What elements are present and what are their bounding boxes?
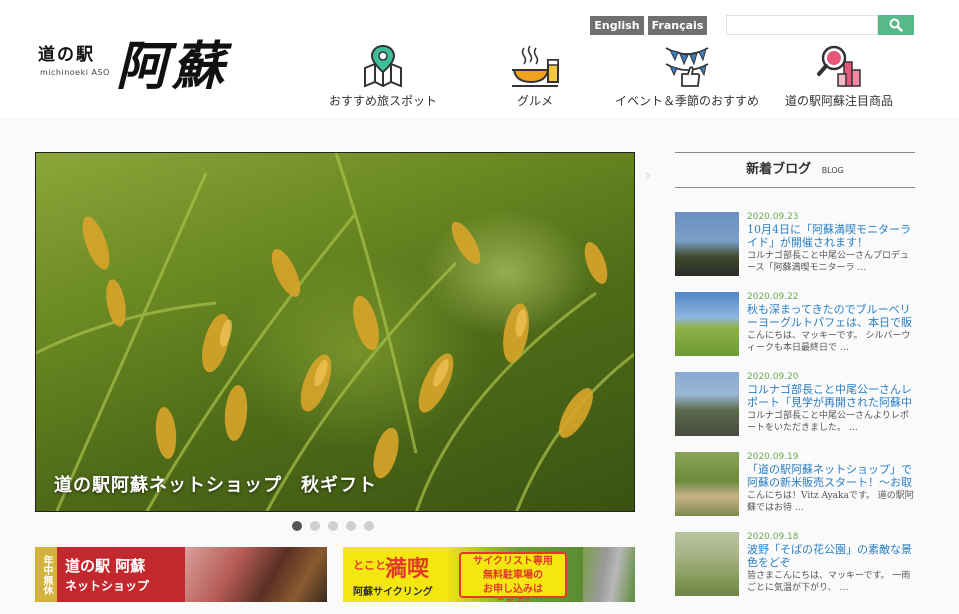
slider-dot[interactable] xyxy=(328,521,338,531)
blog-heading-sub: BLOG xyxy=(821,166,844,175)
nav-events-seasonal[interactable]: イベント＆季節のおすすめ xyxy=(610,44,764,109)
banner-sub-text: 阿蘇サイクリング xyxy=(353,587,433,598)
banner-box-text: サイクリスト専用 無料駐車場の お申し込みは こちら! xyxy=(459,552,567,602)
logo-text-big: 阿蘇 xyxy=(116,36,229,97)
blog-entry[interactable]: 2020.09.23 10月4日に「阿蘇満喫モニターライド」が開催されます！ コ… xyxy=(675,212,917,276)
slider-dot[interactable] xyxy=(310,521,320,531)
food-drink-icon xyxy=(512,45,559,87)
nav-label: グルメ xyxy=(516,94,553,108)
banner-title: 道の駅 阿蘇 xyxy=(65,557,146,575)
blog-title[interactable]: コルナゴ部長こと中尾公一さんレポート「見学が再開された阿蘇中岳 xyxy=(747,383,917,409)
nav-travel-spots[interactable]: おすすめ旅スポット xyxy=(326,44,440,109)
blog-thumbnail[interactable] xyxy=(675,212,739,276)
blog-thumbnail[interactable] xyxy=(675,292,739,356)
bunting-thumbsup-icon xyxy=(665,47,709,87)
blog-thumbnail[interactable] xyxy=(675,532,739,596)
lang-french-button[interactable]: Français xyxy=(648,16,707,35)
blog-date: 2020.09.19 xyxy=(747,452,799,462)
blog-date: 2020.09.18 xyxy=(747,532,799,542)
blog-title[interactable]: 10月4日に「阿蘇満喫モニターライド」が開催されます！ xyxy=(747,223,917,249)
hero-slider[interactable]: 道の駅阿蘇ネットショップ 秋ギフト xyxy=(35,152,635,512)
slider-dots xyxy=(292,521,374,531)
blog-entry[interactable]: 2020.09.20 コルナゴ部長こと中尾公一さんレポート「見学が再開された阿蘇… xyxy=(675,372,917,436)
blog-thumbnail[interactable] xyxy=(675,452,739,516)
slider-dot[interactable] xyxy=(292,521,302,531)
map-pin-icon xyxy=(364,44,402,88)
cycling-banner[interactable]: とことん 満喫 阿蘇サイクリング サイクリスト専用 無料駐車場の お申し込みは … xyxy=(343,547,635,602)
slider-prev-icon[interactable]: ‹ xyxy=(14,165,26,186)
blog-thumbnail[interactable] xyxy=(675,372,739,436)
blog-entry[interactable]: 2020.09.18 波野「そばの花公園」の素敵な景色をどぞ 皆さまこんにちは、… xyxy=(675,532,917,596)
blog-heading-title: 新着ブログ xyxy=(746,162,812,177)
nav-label: 道の駅阿蘇注目商品 xyxy=(784,94,893,108)
banner-photo xyxy=(185,547,327,602)
blog-entry[interactable]: 2020.09.19 「道の駅阿蘇ネットショップ」で阿蘇の新米販売スタート！～お… xyxy=(675,452,917,516)
lang-english-button[interactable]: English xyxy=(590,16,644,35)
slider-caption[interactable]: 道の駅阿蘇ネットショップ 秋ギフト xyxy=(54,471,377,497)
search-icon xyxy=(889,18,903,32)
blog-title[interactable]: 秋も深まってきたのでブルーベリーヨーグルトパフェは、本日で販売終了 xyxy=(747,303,917,329)
slider-dot[interactable] xyxy=(346,521,356,531)
logo-subtitle: michinoeki ASO xyxy=(40,68,110,77)
banner-subtitle: ネットショップ xyxy=(65,579,150,593)
blog-excerpt: こんにちは！Vitz Ayakaです。 道の駅阿蘇ではお待 … xyxy=(747,491,914,513)
slider-next-icon[interactable]: › xyxy=(644,165,656,186)
nav-label: おすすめ旅スポット xyxy=(328,94,437,108)
blog-excerpt: こんにちは、マッキーです。 シルバーウィークも本日最終日で … xyxy=(747,331,911,353)
blog-heading: 新着ブログ BLOG xyxy=(675,152,915,188)
net-shop-banner[interactable]: 年中無休 道の駅 阿蘇 ネットショップ xyxy=(35,547,327,602)
rice-field-image xyxy=(36,153,634,511)
blog-title[interactable]: 「道の駅阿蘇ネットショップ」で阿蘇の新米販売スタート！～お取 xyxy=(747,463,917,489)
site-logo[interactable]: 道の駅 michinoeki ASO 阿蘇 xyxy=(36,24,246,97)
blog-excerpt: コルナゴ部長こと中尾公一さんプロデュース「阿蘇満喫モニターラ … xyxy=(747,251,910,273)
logo-text-small: 道の駅 xyxy=(38,45,95,65)
blog-date: 2020.09.20 xyxy=(747,372,799,382)
slider-dot[interactable] xyxy=(364,521,374,531)
site-header: 道の駅 michinoeki ASO 阿蘇 English Français お… xyxy=(0,0,959,118)
blog-title[interactable]: 波野「そばの花公園」の素敵な景色をどぞ xyxy=(747,543,917,569)
blog-date: 2020.09.23 xyxy=(747,212,799,222)
nav-gourmet[interactable]: グルメ xyxy=(500,44,570,109)
blog-date: 2020.09.22 xyxy=(747,292,799,302)
nav-label: イベント＆季節のおすすめ xyxy=(614,94,759,108)
blog-excerpt: 皆さまこんにちは、マッキーです。 一雨ごとに気温が下がり、 … xyxy=(747,571,911,593)
nav-featured-products[interactable]: 道の駅阿蘇注目商品 xyxy=(780,44,898,109)
blog-excerpt: コルナゴ部長こと中尾公一さんよりレポートをいただきました。 … xyxy=(747,411,909,433)
search-input[interactable] xyxy=(726,15,878,35)
magnifier-products-icon xyxy=(817,45,861,87)
search-button[interactable] xyxy=(878,15,914,35)
banner-tag: 年中無休 xyxy=(35,547,57,602)
banner-big-text: 満喫 xyxy=(385,556,430,582)
banner-photo xyxy=(583,547,635,602)
blog-entry[interactable]: 2020.09.22 秋も深まってきたのでブルーベリーヨーグルトパフェは、本日で… xyxy=(675,292,917,356)
